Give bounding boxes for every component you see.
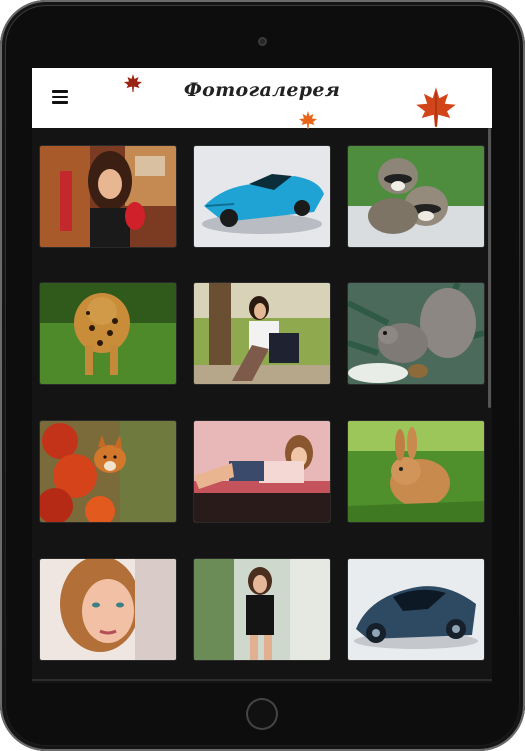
maple-leaf-icon bbox=[299, 111, 317, 129]
divider bbox=[32, 679, 492, 681]
gallery-photo-woman-red-glove[interactable] bbox=[40, 146, 176, 247]
app-header: Фотогалерея bbox=[32, 68, 492, 129]
screen: Фотогалерея bbox=[32, 68, 492, 683]
gallery-photo-fox-autumn[interactable] bbox=[40, 421, 176, 522]
tablet-frame: Фотогалерея bbox=[0, 0, 525, 751]
gallery-photo-woman-lying-car[interactable] bbox=[194, 421, 330, 522]
gallery-photo-squirrel[interactable] bbox=[348, 283, 484, 384]
scrollbar[interactable] bbox=[488, 128, 491, 683]
gallery-photo-blue-sports-car[interactable] bbox=[194, 146, 330, 247]
gallery-photo-woman-black-top[interactable] bbox=[194, 559, 330, 660]
home-button[interactable] bbox=[246, 698, 278, 730]
camera-icon bbox=[258, 37, 267, 46]
gallery-photo-leopard[interactable] bbox=[40, 283, 176, 384]
maple-leaf-icon bbox=[416, 87, 456, 127]
gallery-photo-woman-sitting-park[interactable] bbox=[194, 283, 330, 384]
gallery-photo-raccoons[interactable] bbox=[348, 146, 484, 247]
gallery-photo-rabbit[interactable] bbox=[348, 421, 484, 522]
maple-leaf-icon bbox=[124, 74, 142, 92]
gallery-photo-woman-portrait[interactable] bbox=[40, 559, 176, 660]
gallery-photo-concept-car[interactable] bbox=[348, 559, 484, 660]
scrollbar-thumb[interactable] bbox=[488, 128, 491, 408]
